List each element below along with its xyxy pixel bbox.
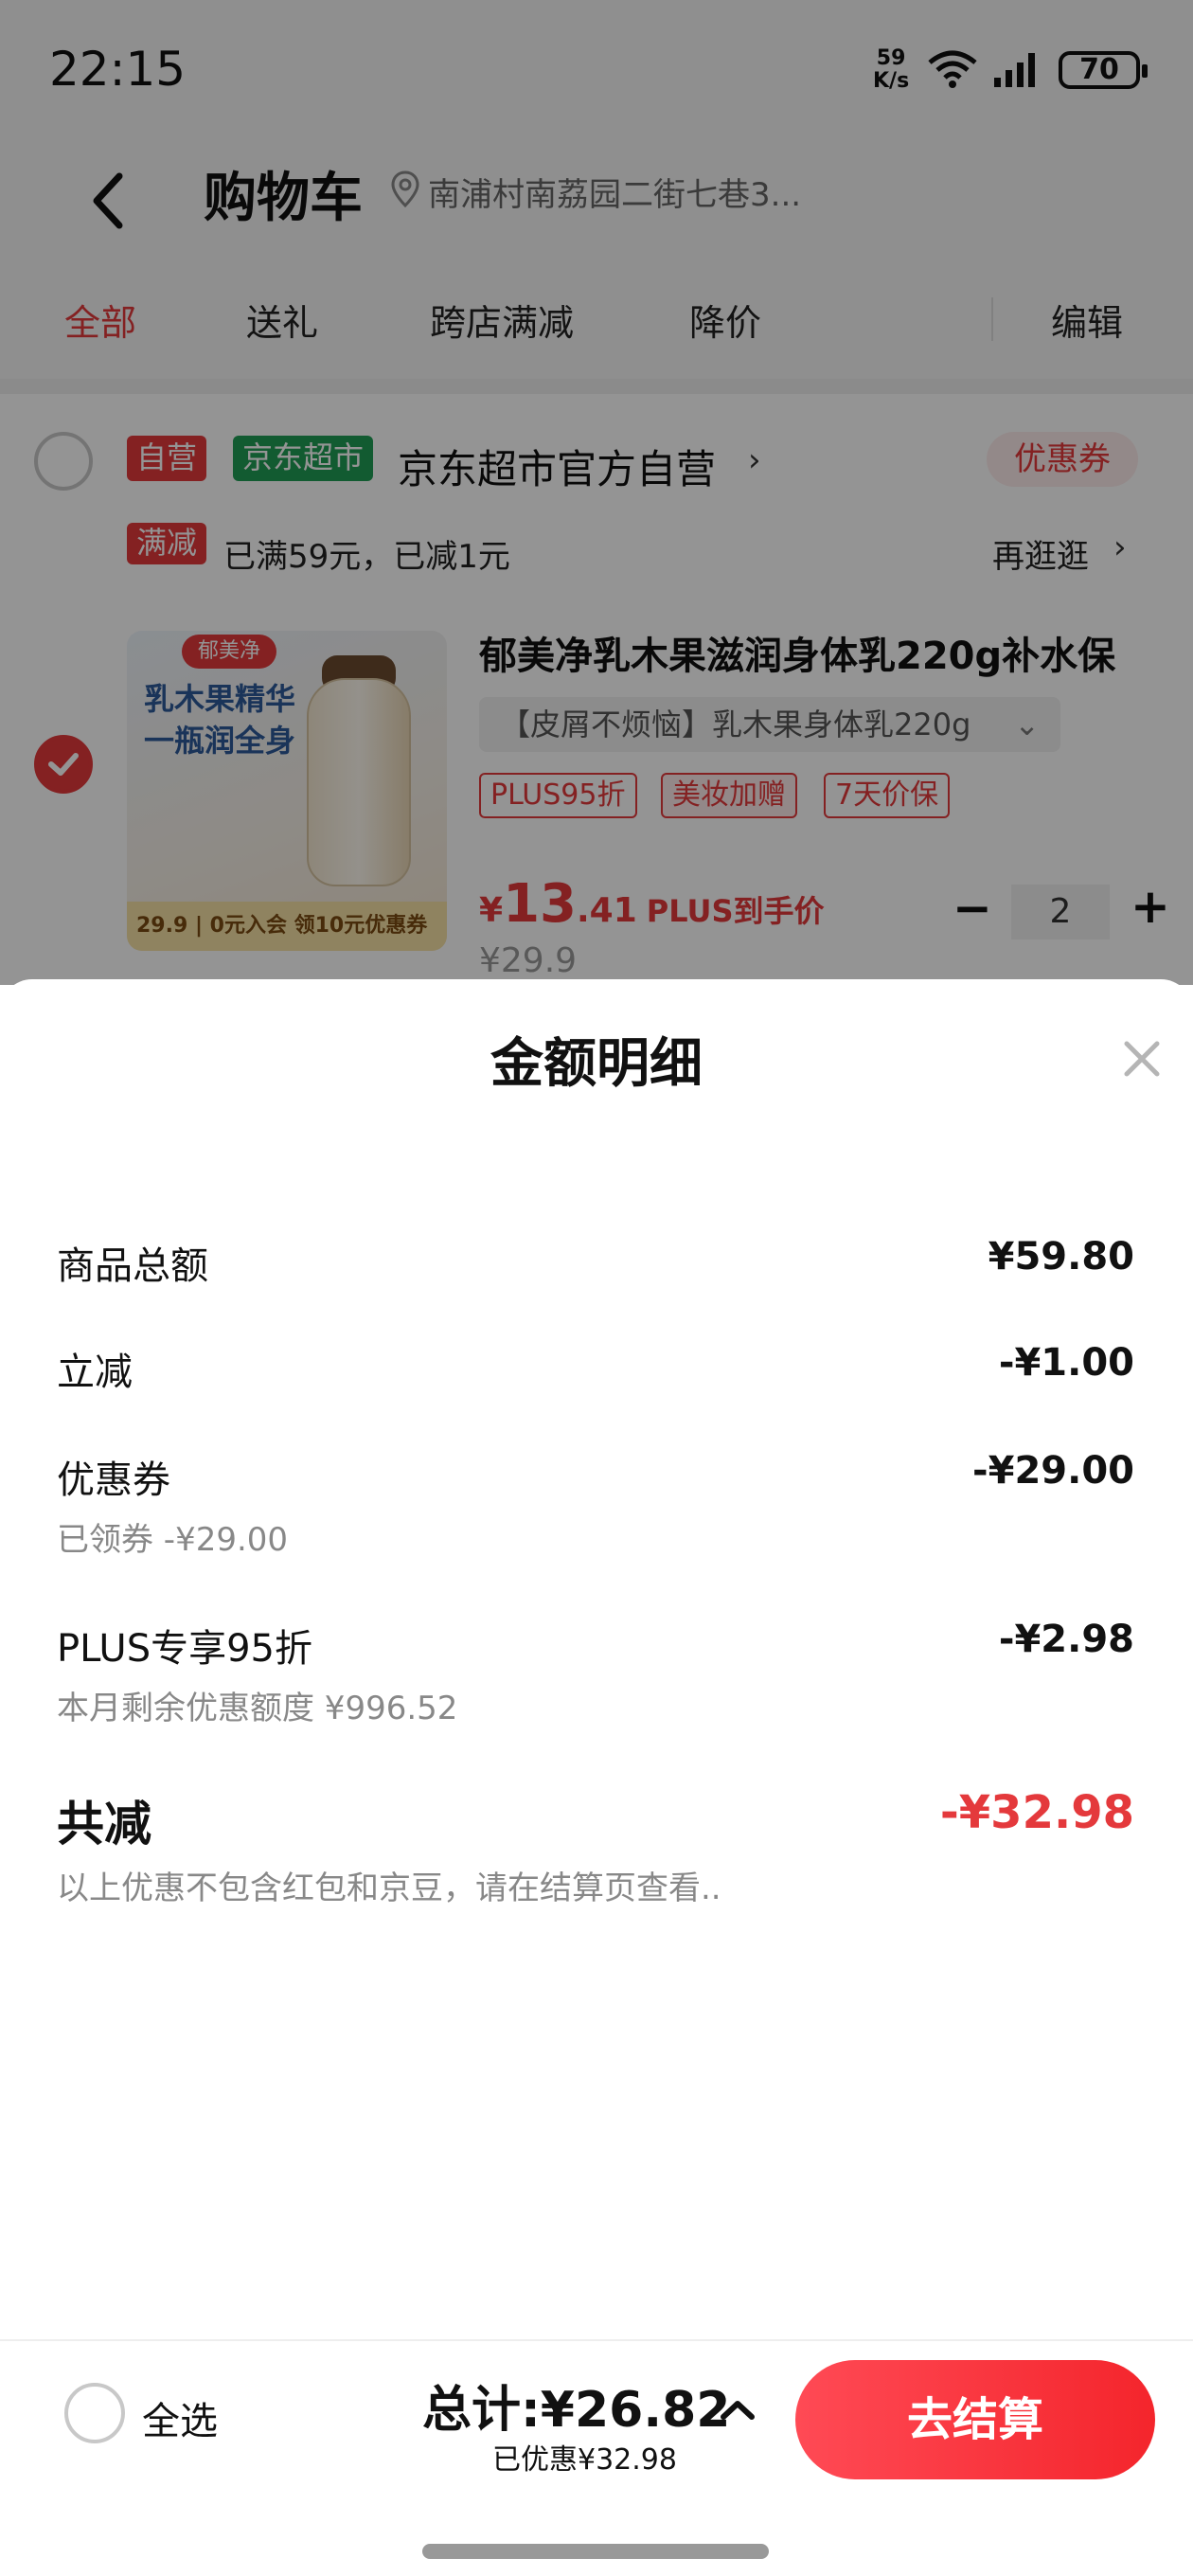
close-icon[interactable]	[1115, 1032, 1168, 1085]
row-goods-total-value: ¥59.80	[988, 1235, 1134, 1279]
cart-total: 总计:¥26.82	[422, 2382, 731, 2439]
chevron-up-icon[interactable]	[716, 2388, 759, 2432]
sheet-title: 金额明细	[490, 1033, 703, 1095]
total-discount-note: 以上优惠不包含红包和京豆，请在结算页查看..	[57, 1869, 721, 1907]
select-all-label[interactable]: 全选	[142, 2390, 218, 2445]
row-plus-value: -¥2.98	[998, 1618, 1134, 1661]
total-discount-value: -¥32.98	[939, 1786, 1134, 1839]
row-coupon-value: -¥29.00	[972, 1449, 1134, 1493]
row-instant-discount-value: -¥1.00	[998, 1341, 1134, 1385]
total-discount-label: 共减	[57, 1797, 151, 1852]
home-indicator[interactable]	[422, 2544, 769, 2559]
row-coupon-label: 优惠券	[57, 1458, 170, 1502]
checkout-button[interactable]: 去结算	[795, 2360, 1155, 2479]
modal-overlay[interactable]	[0, 0, 1193, 985]
row-goods-total-label: 商品总额	[57, 1244, 208, 1288]
row-plus-sub: 本月剩余优惠额度 ¥996.52	[57, 1690, 458, 1727]
row-coupon-sub: 已领券 -¥29.00	[57, 1521, 289, 1559]
select-all-radio[interactable]	[64, 2383, 125, 2443]
row-plus-label: PLUS专享95折	[57, 1627, 312, 1671]
row-instant-discount-label: 立减	[57, 1351, 133, 1394]
cart-discount: 已优惠¥32.98	[492, 2443, 677, 2477]
checkout-bar: 全选 总计:¥26.82 已优惠¥32.98 去结算	[0, 2339, 1193, 2576]
amount-detail-sheet: 金额明细 商品总额 ¥59.80 立减 -¥1.00 优惠券 -¥29.00 已…	[0, 979, 1193, 2343]
